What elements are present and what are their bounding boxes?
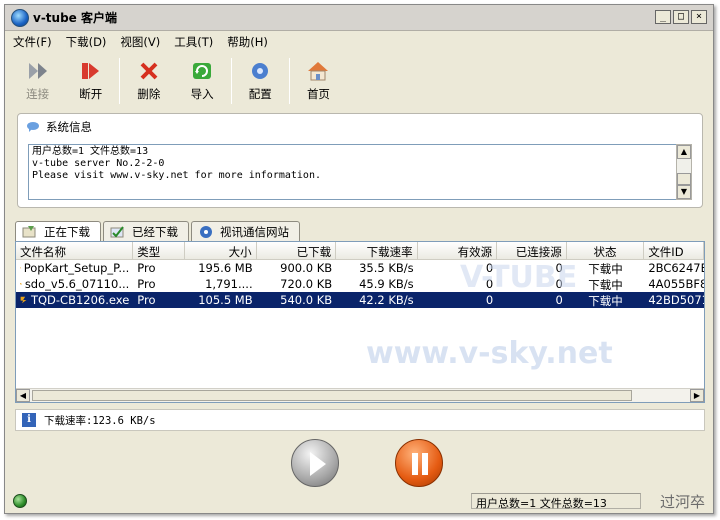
file-download-icon [20,267,22,269]
disconnect-icon [79,60,103,82]
tab-downloading[interactable]: 正在下载 [15,221,101,241]
speed-panel: i 下载速率:123.6 KB/s [15,409,705,431]
file-download-icon [20,282,23,286]
close-button[interactable]: × [691,10,707,24]
toolbar: 连接 断开 删除 导入 配置 首页 [11,53,345,109]
import-icon [190,60,214,82]
connect-button[interactable]: 连接 [11,54,64,108]
system-info-title: 系统信息 [46,120,92,134]
toolbar-separator [288,58,290,104]
horizontal-scrollbar[interactable]: ◀ ▶ [16,388,704,402]
column-name[interactable]: 文件名称 [16,242,134,259]
system-info-panel: 系统信息 用户总数=1 文件总数=13 v-tube server No.2-2-… [17,113,703,208]
download-speed: 下载速率:123.6 KB/s [44,414,156,427]
downloading-icon [22,225,36,237]
window-title: v-tube 客户端 [33,11,117,25]
toolbar-separator [119,58,121,104]
watermark-text: www.v-sky.net [366,336,613,371]
start-download-button[interactable] [291,439,339,487]
network-status-icon [13,494,27,508]
title-bar: v-tube 客户端 _ □ × [5,5,713,31]
minimize-button[interactable]: _ [655,10,671,24]
list-header: 文件名称 类型 大小 已下载 下载速率 有效源 已连接源 状态 文件ID [16,242,704,260]
connect-icon [26,60,50,82]
app-icon [11,8,29,27]
tab-video-sites[interactable]: 视讯通信网站 [191,221,300,241]
delete-button[interactable]: 删除 [122,54,175,108]
pause-download-button[interactable] [395,439,443,487]
status-text: 用户总数=1 文件总数=13 [471,493,641,510]
system-info-scrollbar[interactable]: ▲ ▼ [676,144,692,200]
scroll-thumb[interactable] [32,390,632,401]
downloaded-icon [110,225,124,238]
globe-icon [200,225,212,238]
disconnect-button[interactable]: 断开 [64,54,117,108]
column-file-id[interactable]: 文件ID [644,242,704,259]
chat-bubble-icon [27,122,39,132]
scroll-up-arrow-icon[interactable]: ▲ [677,145,691,159]
column-size[interactable]: 大小 [185,242,257,259]
signature: 过河卒 [659,493,705,511]
table-row[interactable]: PopKart_Setup_P... Pro 195.6 MB 900.0 KB… [16,260,704,276]
home-icon [306,60,330,82]
column-downloaded[interactable]: 已下载 [257,242,337,259]
info-icon: i [22,413,36,427]
menu-tools[interactable]: 工具(T) [174,34,213,50]
file-download-icon [20,296,27,304]
table-row[interactable]: sdo_v5.6_07110... Pro 1,791.... 720.0 KB… [16,276,704,292]
tab-downloaded[interactable]: 已经下载 [103,221,189,241]
scroll-left-arrow-icon[interactable]: ◀ [16,389,30,402]
scroll-down-arrow-icon[interactable]: ▼ [677,185,691,199]
download-list: V-TUBE www.v-sky.net 文件名称 类型 大小 已下载 下载速率… [15,241,705,403]
system-info-log[interactable]: 用户总数=1 文件总数=13 v-tube server No.2-2-0 Plea… [28,144,678,200]
column-type[interactable]: 类型 [133,242,185,259]
watermark-logo: V-TUBE [460,260,578,295]
toolbar-separator [230,58,232,104]
menu-view[interactable]: 视图(V) [120,34,160,50]
column-status[interactable]: 状态 [567,242,645,259]
column-speed[interactable]: 下载速率 [336,242,418,259]
import-button[interactable]: 导入 [176,54,229,108]
column-connected-sources[interactable]: 已连接源 [497,242,567,259]
column-valid-sources[interactable]: 有效源 [418,242,498,259]
table-row-selected[interactable]: TQD-CB1206.exe Pro 105.5 MB 540.0 KB 42.… [16,292,704,308]
menu-file[interactable]: 文件(F) [13,34,52,50]
status-bar: 用户总数=1 文件总数=13 过河卒 [5,491,713,511]
menu-bar: 文件(F) 下载(D) 视图(V) 工具(T) 帮助(H) [5,32,713,52]
download-tabs: 正在下载 已经下载 视讯通信网站 [15,221,300,241]
maximize-button[interactable]: □ [673,10,689,24]
scroll-thumb[interactable] [677,173,691,185]
scroll-right-arrow-icon[interactable]: ▶ [690,389,704,402]
home-button[interactable]: 首页 [292,54,345,108]
menu-help[interactable]: 帮助(H) [227,34,268,50]
main-window: v-tube 客户端 _ □ × 文件(F) 下载(D) 视图(V) 工具(T)… [4,4,714,514]
settings-icon [248,60,272,82]
delete-icon [137,60,161,82]
settings-button[interactable]: 配置 [234,54,287,108]
menu-download[interactable]: 下载(D) [66,34,107,50]
